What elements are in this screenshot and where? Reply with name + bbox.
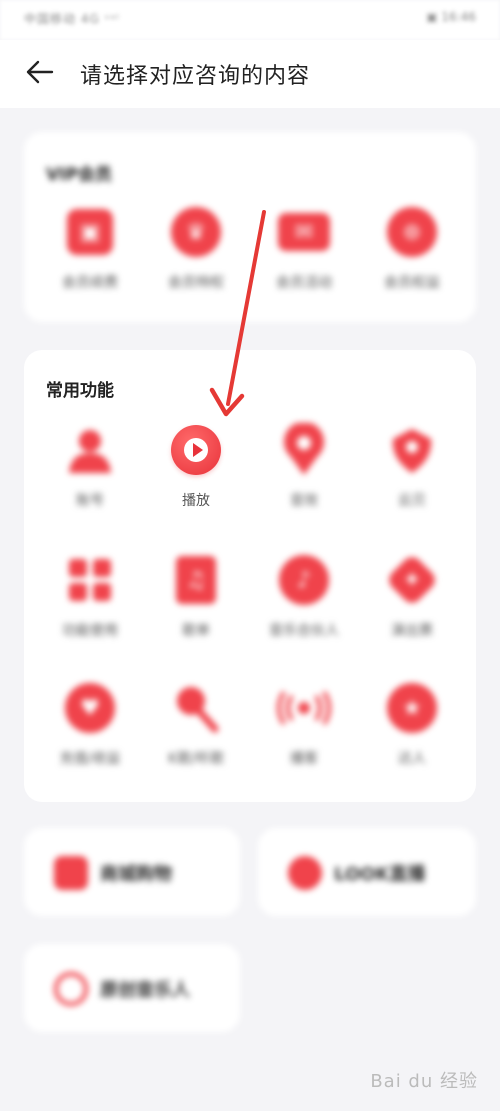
watermark: Bai du 经验 [370,1071,478,1092]
annotation-arrow [209,210,266,417]
